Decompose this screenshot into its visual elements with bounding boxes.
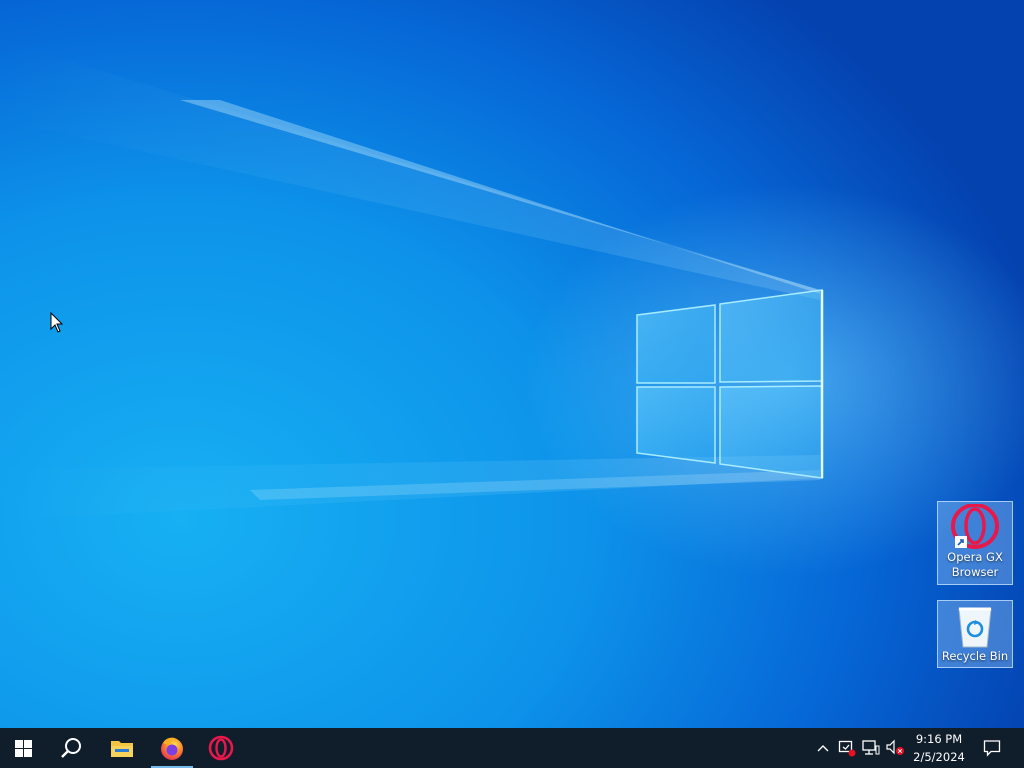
desktop-icon-opera-gx[interactable]: Opera GX Browser	[937, 501, 1013, 585]
windows-start-icon	[14, 739, 32, 757]
clock-date: 2/5/2024	[913, 750, 965, 764]
security-tray-button[interactable]	[837, 738, 857, 758]
taskbar: 9:16 PM 2/5/2024	[0, 728, 1024, 768]
network-icon	[862, 740, 880, 755]
search-icon	[61, 738, 81, 758]
wallpaper-light-beam	[0, 40, 820, 520]
opera-icon	[208, 735, 234, 761]
shortcut-arrow-icon	[955, 536, 967, 548]
volume-muted-icon	[886, 739, 904, 755]
folder-icon	[111, 741, 133, 757]
taskbar-clock[interactable]: 9:16 PM 2/5/2024	[908, 730, 970, 766]
mouse-cursor-icon	[50, 312, 64, 333]
network-tray-button[interactable]	[861, 738, 881, 758]
firefox-button[interactable]	[149, 728, 195, 768]
recycle-bin-icon	[949, 603, 1001, 649]
desktop[interactable]: Opera GX Browser Recycle Bin	[0, 0, 1024, 728]
opera-gx-icon	[949, 503, 1001, 550]
desktop-icon-recycle-bin[interactable]: Recycle Bin	[937, 600, 1013, 668]
start-button[interactable]	[0, 728, 46, 768]
desktop-icon-label: Recycle Bin	[941, 649, 1009, 663]
action-center-button[interactable]	[970, 728, 1014, 768]
opera-button[interactable]	[198, 728, 244, 768]
search-button[interactable]	[48, 728, 94, 768]
desktop-icon-label: Opera GX Browser	[947, 550, 1003, 579]
show-hidden-icons-button[interactable]	[813, 738, 833, 758]
clock-time: 9:16 PM	[915, 732, 963, 746]
chevron-up-icon	[817, 745, 829, 752]
action-center-icon	[983, 740, 1001, 757]
windows-logo-wallpaper	[636, 289, 824, 479]
volume-tray-button[interactable]	[885, 738, 905, 758]
security-alert-icon	[838, 740, 856, 757]
file-explorer-button[interactable]	[99, 728, 145, 768]
firefox-icon	[161, 737, 183, 760]
